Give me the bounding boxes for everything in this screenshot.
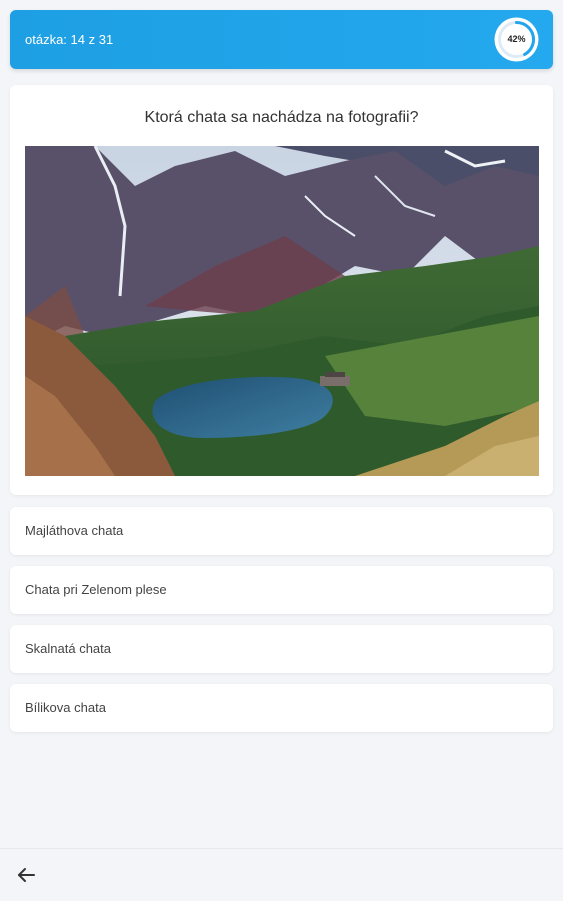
question-counter: otázka: 14 z 31 xyxy=(25,32,114,47)
progress-label: 42% xyxy=(507,34,526,44)
arrow-left-icon xyxy=(18,868,35,882)
answer-option-2[interactable]: Chata pri Zelenom plese xyxy=(10,566,553,614)
answer-option-1[interactable]: Majláthova chata xyxy=(10,507,553,555)
progress-ring: 42% xyxy=(494,17,539,62)
answer-option-3[interactable]: Skalnatá chata xyxy=(10,625,553,673)
quiz-header: otázka: 14 z 31 42% xyxy=(10,10,553,69)
question-text: Ktorá chata sa nachádza na fotografii? xyxy=(144,109,419,126)
bottom-bar xyxy=(0,848,563,901)
answer-option-4[interactable]: Bílikova chata xyxy=(10,684,553,732)
back-button[interactable] xyxy=(12,861,40,889)
question-card: Ktorá chata sa nachádza na fotografii? xyxy=(10,85,553,495)
question-photo xyxy=(25,146,539,476)
